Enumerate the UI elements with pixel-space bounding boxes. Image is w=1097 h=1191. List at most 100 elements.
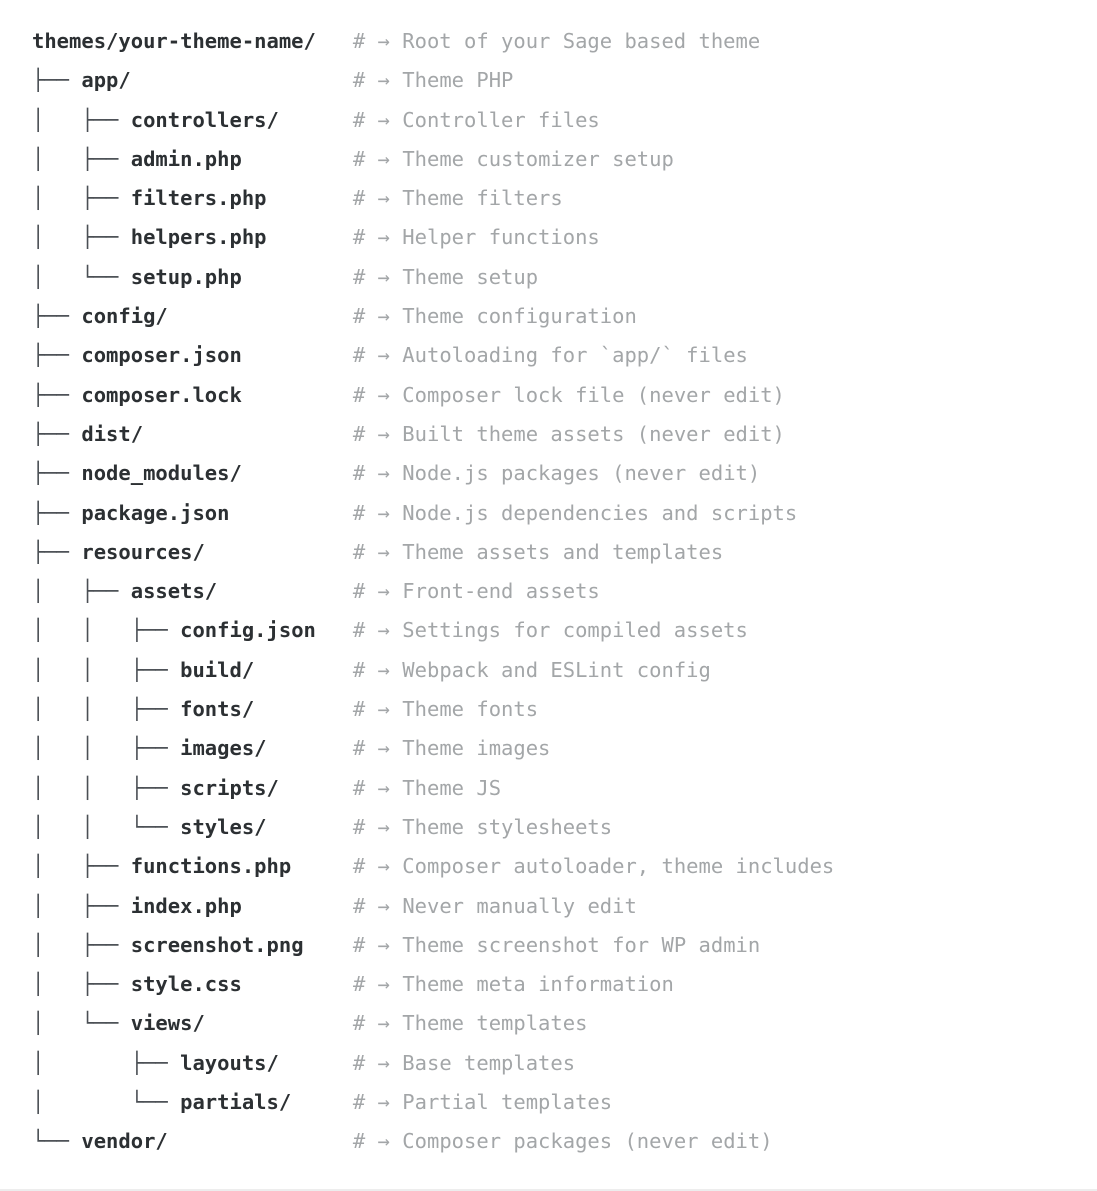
tree-row: ├── resources/ # → Theme assets and temp… xyxy=(0,533,1097,572)
column-spacer xyxy=(267,186,353,210)
column-spacer xyxy=(279,1051,353,1075)
tree-comment-text: Composer lock file (never edit) xyxy=(402,382,785,407)
arrow-right-icon: → xyxy=(377,29,403,53)
arrow-right-icon: → xyxy=(377,854,403,879)
tree-comment: # → Theme setup xyxy=(353,265,538,289)
tree-branch-glyph: ├── xyxy=(32,421,82,446)
tree-branch-glyph: ├── xyxy=(32,382,82,407)
column-spacer xyxy=(267,815,353,839)
hash-icon: # xyxy=(352,736,378,761)
tree-comment-text: Composer packages (never edit) xyxy=(402,1129,773,1154)
tree-row: │ ├── screenshot.png # → Theme screensho… xyxy=(0,926,1097,965)
hash-icon: # xyxy=(352,264,378,289)
column-spacer xyxy=(242,972,353,996)
tree-branch-glyph: │ └── xyxy=(32,1011,131,1036)
tree-file-name: composer.lock xyxy=(81,382,242,407)
tree-comment: # → Front-end assets xyxy=(353,579,600,603)
arrow-right-icon: → xyxy=(377,657,403,682)
tree-comment-text: Controller files xyxy=(402,107,600,132)
code-block: themes/your-theme-name/ # → Root of your… xyxy=(0,0,1097,1191)
tree-row: ├── package.json # → Node.js dependencie… xyxy=(0,494,1097,533)
tree-directory-name: styles/ xyxy=(180,814,267,839)
column-spacer xyxy=(242,343,353,367)
tree-comment: # → Never manually edit xyxy=(353,894,637,918)
tree-comment: # → Theme stylesheets xyxy=(353,815,612,839)
tree-comment: # → Theme configuration xyxy=(353,304,637,328)
arrow-right-icon: → xyxy=(377,107,403,132)
tree-comment: # → Theme templates xyxy=(353,1011,588,1035)
tree-comment: # → Composer lock file (never edit) xyxy=(353,383,785,407)
tree-comment-text: Theme stylesheets xyxy=(402,814,613,839)
tree-branch-glyph: ├── xyxy=(32,304,82,329)
tree-comment-text: Front-end assets xyxy=(402,579,600,604)
tree-comment: # → Webpack and ESLint config xyxy=(353,658,711,682)
tree-comment: # → Theme images xyxy=(353,736,550,760)
directory-tree: themes/your-theme-name/ # → Root of your… xyxy=(0,22,1097,1162)
tree-row: │ ├── assets/ # → Front-end assets xyxy=(0,572,1097,611)
tree-comment-text: Theme fonts xyxy=(402,697,539,722)
tree-branch-glyph: ├── xyxy=(32,343,82,368)
arrow-right-icon: → xyxy=(377,68,403,93)
tree-comment-text: Theme screenshot for WP admin xyxy=(402,932,761,957)
hash-icon: # xyxy=(352,68,378,93)
arrow-right-icon: → xyxy=(377,932,403,957)
tree-comment-text: Node.js packages (never edit) xyxy=(402,461,761,486)
hash-icon: # xyxy=(352,854,378,879)
tree-comment: # → Controller files xyxy=(353,108,600,132)
arrow-right-icon: → xyxy=(377,814,403,839)
hash-icon: # xyxy=(352,304,378,329)
tree-directory-name: partials/ xyxy=(180,1090,292,1115)
tree-row: │ ├── filters.php # → Theme filters xyxy=(0,179,1097,218)
column-spacer xyxy=(304,933,353,957)
hash-icon: # xyxy=(352,107,378,132)
tree-branch-glyph: │ │ └── xyxy=(32,814,181,839)
hash-icon: # xyxy=(352,814,378,839)
hash-icon: # xyxy=(352,579,378,604)
tree-row: │ └── views/ # → Theme templates xyxy=(0,1004,1097,1043)
arrow-right-icon: → xyxy=(377,736,403,761)
tree-comment: # → Theme JS xyxy=(353,776,501,800)
hash-icon: # xyxy=(352,618,378,643)
tree-directory-name: config/ xyxy=(81,304,168,329)
tree-comment-text: Partial templates xyxy=(402,1090,613,1115)
hash-icon: # xyxy=(352,146,378,171)
arrow-right-icon: → xyxy=(377,500,403,525)
tree-directory-name: assets/ xyxy=(130,579,218,604)
tree-file-name: filters.php xyxy=(130,186,267,211)
tree-row: themes/your-theme-name/ # → Root of your… xyxy=(0,22,1097,61)
column-spacer xyxy=(242,383,353,407)
tree-row: │ ├── index.php # → Never manually edit xyxy=(0,887,1097,926)
tree-comment-text: Composer autoloader, theme includes xyxy=(402,854,835,879)
tree-comment-text: Theme assets and templates xyxy=(402,539,724,564)
hash-icon: # xyxy=(352,893,378,918)
tree-branch-glyph: │ │ ├── xyxy=(32,618,181,643)
tree-file-name: admin.php xyxy=(130,146,242,171)
arrow-right-icon: → xyxy=(377,382,403,407)
tree-comment: # → Theme meta information xyxy=(353,972,674,996)
column-spacer xyxy=(267,736,353,760)
hash-icon: # xyxy=(352,657,378,682)
tree-directory-name: dist/ xyxy=(81,421,144,446)
tree-row: │ │ ├── build/ # → Webpack and ESLint co… xyxy=(0,651,1097,690)
tree-comment: # → Theme filters xyxy=(353,186,563,210)
tree-row: ├── config/ # → Theme configuration xyxy=(0,297,1097,336)
column-spacer xyxy=(279,776,353,800)
hash-icon: # xyxy=(352,225,378,250)
tree-directory-name: node_modules/ xyxy=(81,461,242,486)
column-spacer xyxy=(279,108,353,132)
column-spacer xyxy=(143,422,353,446)
arrow-right-icon: → xyxy=(377,264,403,289)
tree-comment: # → Partial templates xyxy=(353,1090,612,1114)
tree-comment: # → Helper functions xyxy=(353,225,600,249)
tree-row: │ ├── functions.php # → Composer autoloa… xyxy=(0,847,1097,886)
tree-row: │ └── setup.php # → Theme setup xyxy=(0,258,1097,297)
tree-comment-text: Base templates xyxy=(402,1050,576,1075)
column-spacer xyxy=(168,1129,353,1153)
tree-row: │ │ ├── fonts/ # → Theme fonts xyxy=(0,690,1097,729)
tree-branch-glyph: │ └── xyxy=(32,1090,181,1115)
tree-comment-text: Theme setup xyxy=(402,264,539,289)
hash-icon: # xyxy=(352,461,378,486)
arrow-right-icon: → xyxy=(377,421,403,446)
column-spacer xyxy=(242,461,353,485)
tree-comment-text: Theme meta information xyxy=(402,972,674,997)
